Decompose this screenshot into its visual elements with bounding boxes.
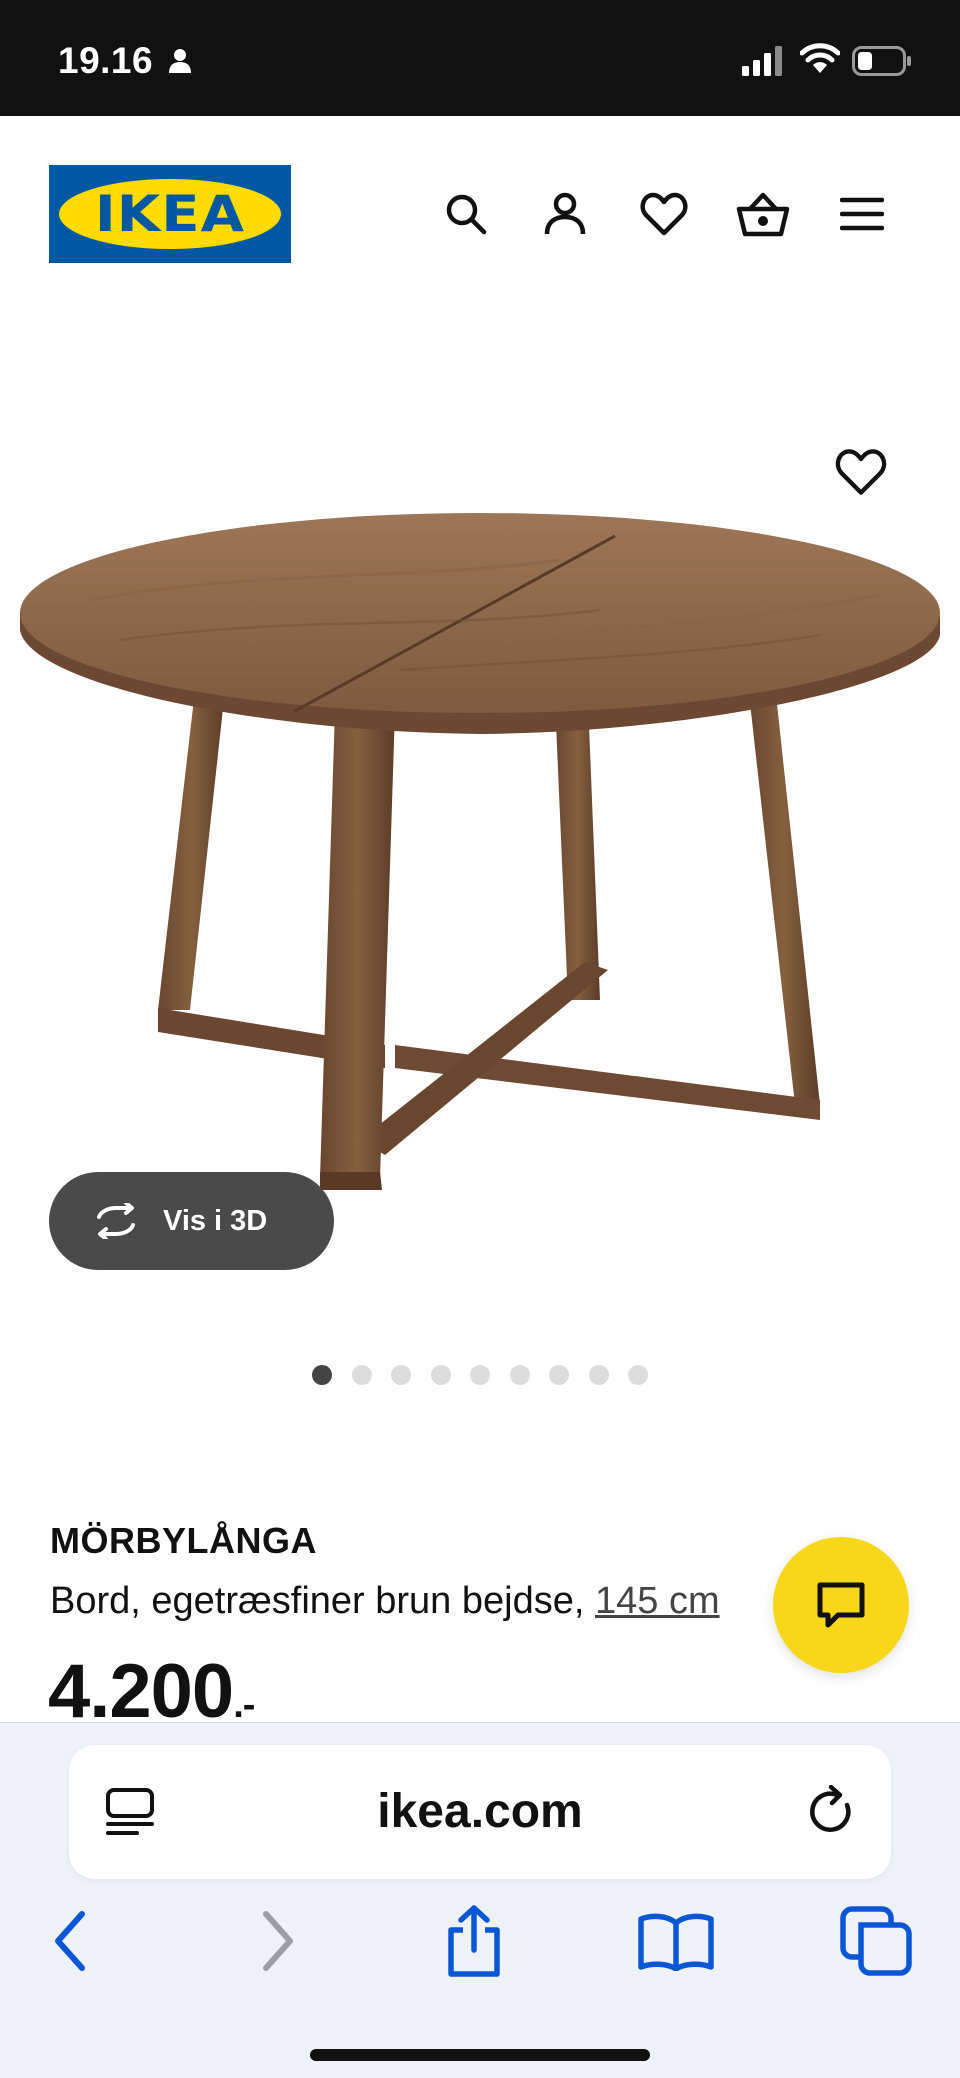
site-header: IKEA (0, 116, 960, 296)
carousel-dot[interactable] (628, 1365, 648, 1385)
product-name: MÖRBYLÅNGA (50, 1520, 317, 1561)
url-text: ikea.com (377, 1785, 583, 1838)
product-description: Bord, egetræsfiner brun bejdse, 145 cm (50, 1580, 720, 1623)
status-bar: 19.16 (0, 0, 960, 116)
home-indicator (310, 2049, 650, 2061)
carousel-dot[interactable] (312, 1365, 332, 1385)
reload-icon[interactable] (807, 1785, 857, 1839)
carousel-dot[interactable] (588, 1365, 609, 1385)
wifi-icon (800, 43, 840, 73)
browser-toolbar: ikea.com (0, 1722, 960, 2078)
view-in-3d-button[interactable]: Vis i 3D (49, 1172, 334, 1270)
product-image[interactable] (0, 500, 960, 1200)
user-icon[interactable] (537, 186, 593, 242)
address-bar[interactable]: ikea.com (69, 1745, 891, 1879)
logo-text: IKEA (94, 185, 246, 243)
share-icon[interactable] (434, 1901, 514, 1981)
tabs-icon[interactable] (836, 1901, 916, 1981)
carousel-dot[interactable] (509, 1365, 530, 1385)
chat-bubble-icon (817, 1582, 865, 1628)
carousel-dot[interactable] (549, 1365, 569, 1385)
heart-icon[interactable] (636, 186, 692, 242)
carousel-dot[interactable] (391, 1365, 411, 1385)
battery-icon (852, 46, 911, 76)
product-description-text: Bord, egetræsfiner brun bejdse, (50, 1580, 585, 1622)
cellular-signal-icon (742, 46, 782, 76)
price-suffix: .- (233, 1684, 255, 1726)
view-in-3d-label: Vis i 3D (163, 1204, 268, 1237)
person-icon (169, 49, 191, 73)
carousel-dot[interactable] (351, 1365, 372, 1385)
back-icon[interactable] (30, 1901, 110, 1981)
forward-icon[interactable] (238, 1901, 318, 1981)
carousel-dot[interactable] (470, 1365, 490, 1385)
status-time: 19.16 (58, 40, 154, 81)
chat-button[interactable] (773, 1537, 909, 1673)
carousel-dot[interactable] (430, 1365, 451, 1385)
bookmarks-icon[interactable] (636, 1901, 716, 1981)
menu-icon[interactable] (834, 186, 890, 242)
search-icon[interactable] (438, 186, 494, 242)
carousel-pagination (312, 1365, 648, 1385)
favorite-heart-icon[interactable] (835, 446, 887, 498)
ikea-logo[interactable]: IKEA (49, 165, 291, 263)
product-size-link[interactable]: 145 cm (595, 1580, 720, 1622)
rotate-3d-icon (97, 1203, 135, 1239)
basket-icon[interactable] (735, 186, 791, 242)
